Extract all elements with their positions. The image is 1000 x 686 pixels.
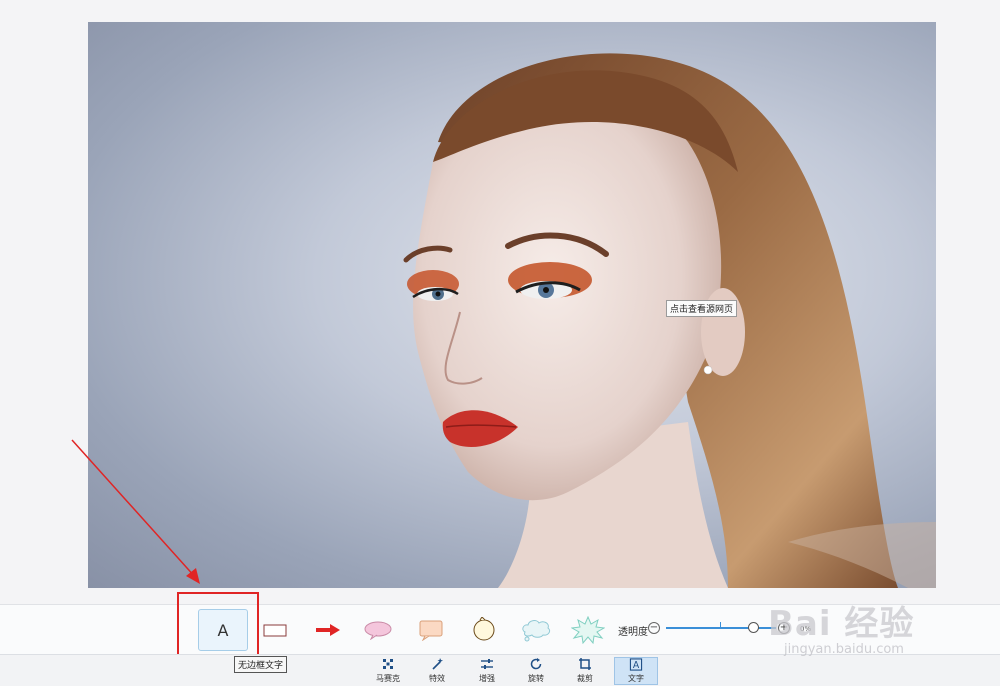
- text-button[interactable]: A 文字: [614, 657, 658, 685]
- ellipse-bubble-tool[interactable]: [361, 615, 397, 645]
- bottom-toolbar: 马赛克 特效 增强 旋转 裁剪 A 文字: [0, 654, 1000, 686]
- svg-text:A: A: [633, 660, 640, 671]
- canvas-area: 点击查看源网页: [0, 0, 1000, 604]
- mosaic-label: 马赛克: [376, 674, 400, 683]
- rectangle-icon: [263, 624, 287, 637]
- round-bubble-tool[interactable]: [466, 615, 502, 645]
- shape-toolbar: A 透明度 − + 0%: [0, 604, 1000, 654]
- cloud-bubble-tool[interactable]: [518, 615, 554, 645]
- rotate-button[interactable]: 旋转: [518, 657, 554, 685]
- rect-bubble-icon: [419, 620, 443, 641]
- opacity-label: 透明度: [618, 627, 648, 638]
- opacity-decrease-button[interactable]: −: [648, 622, 660, 634]
- tool-tooltip: 无边框文字: [234, 656, 288, 673]
- opacity-increase-button[interactable]: +: [778, 622, 790, 634]
- mosaic-icon: [383, 659, 393, 669]
- effects-label: 特效: [429, 674, 445, 683]
- opacity-slider-tick: [720, 622, 721, 628]
- burst-bubble-tool[interactable]: [570, 615, 606, 645]
- round-bubble-icon: [473, 617, 495, 641]
- text-icon: A: [629, 658, 643, 671]
- portrait-photo[interactable]: 点击查看源网页: [88, 22, 936, 588]
- arrow-tool[interactable]: [310, 615, 346, 645]
- rectangle-tool[interactable]: [257, 615, 293, 645]
- magic-wand-icon: [432, 658, 443, 670]
- arrow-icon: [316, 624, 340, 636]
- mosaic-button[interactable]: 马赛克: [370, 657, 406, 685]
- enhance-label: 增强: [479, 674, 495, 683]
- cloud-bubble-icon: [522, 620, 551, 642]
- crop-label: 裁剪: [577, 674, 593, 683]
- earring-shape: [703, 365, 713, 375]
- opacity-value: 0%: [800, 625, 812, 633]
- opacity-slider-thumb[interactable]: [748, 622, 759, 633]
- effects-button[interactable]: 特效: [419, 657, 455, 685]
- rotate-icon: [530, 658, 542, 670]
- opacity-slider-track[interactable]: [666, 627, 776, 629]
- crop-button[interactable]: 裁剪: [567, 657, 603, 685]
- portrait-illustration: [403, 53, 936, 588]
- text-label: 文字: [628, 674, 644, 683]
- text-no-border-tool[interactable]: A: [198, 609, 248, 651]
- sliders-icon: [481, 659, 493, 669]
- ellipse-bubble-icon: [364, 621, 392, 640]
- rotate-label: 旋转: [528, 674, 544, 683]
- source-tooltip: 点击查看源网页: [666, 300, 738, 317]
- enhance-button[interactable]: 增强: [469, 657, 505, 685]
- rect-bubble-tool[interactable]: [414, 615, 450, 645]
- crop-icon: [579, 658, 591, 670]
- burst-bubble-icon: [571, 616, 605, 644]
